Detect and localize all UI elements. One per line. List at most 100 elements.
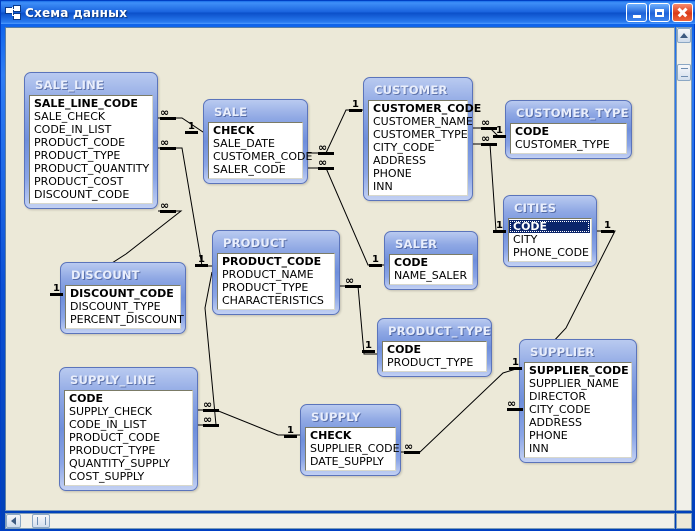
field-list[interactable]: CODE NAME_SALER	[389, 254, 473, 285]
cardinality-label: 1	[53, 283, 60, 294]
relationship-line[interactable]	[308, 109, 363, 154]
vertical-scroll-thumb[interactable]	[677, 64, 691, 81]
table-field[interactable]: INN	[525, 442, 631, 455]
table-field[interactable]: CHARACTERISTICS	[218, 294, 334, 307]
cardinality-label: 1	[512, 357, 519, 368]
primary-key-field[interactable]: SALE_LINE_CODE	[30, 97, 152, 110]
table-field[interactable]: DISCOUNT_CODE	[30, 188, 152, 201]
table-field[interactable]: CODE_IN_LIST	[65, 418, 192, 431]
field-list[interactable]: CODE SUPPLY_CHECK CODE_IN_LIST PRODUCT_CODE…	[64, 390, 193, 486]
table-box[interactable]: DISCOUNT DISCOUNT_CODE DISCOUNT_TYPE PERCEN…	[60, 262, 186, 334]
field-list[interactable]: DISCOUNT_CODE DISCOUNT_TYPE PERCENT_DISCOU…	[65, 285, 184, 329]
primary-key-field[interactable]: CUSTOMER_CODE	[369, 102, 481, 115]
primary-key-field[interactable]: CODE	[511, 125, 626, 138]
close-icon	[677, 7, 688, 18]
table-field[interactable]: INN	[369, 180, 467, 193]
table-field[interactable]: DIRECTOR	[525, 390, 631, 403]
table-field[interactable]: PRODUCT_TYPE	[383, 356, 486, 369]
primary-key-field[interactable]: CHECK	[209, 124, 302, 137]
scroll-left-button[interactable]	[6, 514, 21, 528]
scroll-up-button[interactable]	[677, 28, 691, 43]
cardinality-label: ∞	[203, 398, 212, 411]
table-field[interactable]: PRODUCT_TYPE	[218, 281, 334, 294]
table-field[interactable]: ADDRESS	[525, 416, 631, 429]
table-field[interactable]: CUSTOMER_TYPE	[369, 128, 468, 141]
primary-key-field[interactable]: CODE	[65, 392, 192, 405]
table-field[interactable]: COST_SUPPLY	[65, 470, 192, 483]
primary-key-field[interactable]: CODE	[390, 256, 472, 269]
one-cardinality-marker: 1	[509, 358, 522, 370]
table-title: CUSTOMER	[374, 83, 448, 97]
table-field[interactable]: SUPPLIER_CODE	[306, 442, 400, 455]
table-field[interactable]: CUSTOMER_NAME	[369, 115, 473, 128]
table-box[interactable]: SUPPLY_LINE CODE SUPPLY_CHECK CODE_IN_LIST P…	[59, 367, 198, 491]
table-box[interactable]: PRODUCT PRODUCT_CODE PRODUCT_NAME PRODUCT_T…	[212, 230, 340, 315]
table-field[interactable]: CITY_CODE	[525, 403, 631, 416]
primary-key-field[interactable]: CODE	[509, 220, 590, 233]
table-box[interactable]: SALE_LINE SALE_LINE_CODE SALE_CHECK CODE_IN…	[24, 72, 158, 209]
table-field[interactable]: PRODUCT_TYPE	[30, 149, 152, 162]
horizontal-scrollbar[interactable]	[5, 513, 675, 529]
primary-key-field[interactable]: PRODUCT_CODE	[218, 255, 334, 268]
field-list[interactable]: SALE_LINE_CODE SALE_CHECK CODE_IN_LIST PROD…	[29, 95, 153, 204]
table-field[interactable]: DISCOUNT_TYPE	[66, 300, 180, 313]
table-field[interactable]: CUSTOMER_TYPE	[511, 138, 626, 151]
table-field[interactable]: ADDRESS	[369, 154, 467, 167]
primary-key-field[interactable]: SUPPLIER_CODE	[525, 364, 631, 377]
table-box[interactable]: CITIES CODE CITY PHONE_CODE	[503, 195, 597, 267]
table-title: PRODUCT_TYPE	[388, 324, 491, 338]
table-field[interactable]: PHONE	[525, 429, 631, 442]
table-field[interactable]: NAME_SALER	[390, 269, 472, 282]
table-field[interactable]: SALE_DATE	[209, 137, 302, 150]
relationship-line[interactable]	[401, 367, 520, 453]
table-field[interactable]: PRODUCT_CODE	[65, 431, 192, 444]
table-box[interactable]: SUPPLIER SUPPLIER_CODE SUPPLIER_NAME DIRECT…	[519, 339, 637, 463]
table-box[interactable]: SALE CHECK SALE_DATE CUSTOMER_CODE SALER_COD…	[203, 99, 312, 184]
primary-key-field[interactable]: DISCOUNT_CODE	[66, 287, 180, 300]
table-field[interactable]: PERCENT_DISCOUNT	[66, 313, 184, 326]
field-list[interactable]: CHECK SALE_DATE CUSTOMER_CODE SALER_CODE	[208, 122, 312, 179]
field-list[interactable]: CODE CITY PHONE_CODE	[508, 218, 592, 262]
table-field[interactable]: PHONE_CODE	[509, 246, 591, 259]
table-field[interactable]: PRODUCT_COST	[30, 175, 152, 188]
vertical-scrollbar[interactable]	[676, 27, 692, 511]
relationships-canvas[interactable]: SALE_LINE SALE_LINE_CODE SALE_CHECK CODE_IN…	[5, 27, 675, 511]
field-list[interactable]: PRODUCT_CODE PRODUCT_NAME PRODUCT_TYPE CHAR…	[217, 253, 335, 310]
field-list[interactable]: SUPPLIER_CODE SUPPLIER_NAME DIRECTOR CITY_C…	[524, 362, 632, 458]
table-field[interactable]: SALE_CHECK	[30, 110, 152, 123]
table-field[interactable]: CITY	[509, 233, 591, 246]
title-bar[interactable]: Схема данных	[1, 1, 695, 24]
table-box[interactable]: SUPPLY CHECK SUPPLIER_CODE DATE_SUPPLY	[300, 404, 401, 476]
table-field[interactable]: PRODUCT_TYPE	[65, 444, 192, 457]
horizontal-scroll-thumb[interactable]	[32, 514, 50, 528]
field-list[interactable]: CODE CUSTOMER_TYPE	[510, 123, 627, 154]
cardinality-label: 1	[188, 121, 195, 132]
primary-key-field[interactable]: CHECK	[306, 429, 395, 442]
table-field[interactable]: PHONE	[369, 167, 467, 180]
table-field[interactable]: CUSTOMER_CODE	[209, 150, 312, 163]
table-field[interactable]: CODE_IN_LIST	[30, 123, 152, 136]
table-field[interactable]: SALER_CODE	[209, 163, 302, 176]
table-box[interactable]: CUSTOMER CUSTOMER_CODE CUSTOMER_NAME CUSTOM…	[363, 77, 481, 201]
primary-key-field[interactable]: CODE	[383, 343, 486, 356]
field-list[interactable]: CODE PRODUCT_TYPE	[382, 341, 487, 372]
relationship-line[interactable]	[473, 143, 503, 232]
table-field[interactable]: QUANTITY_SUPPLY	[65, 457, 192, 470]
field-list[interactable]: CHECK SUPPLIER_CODE DATE_SUPPLY	[305, 427, 400, 471]
table-field[interactable]: PRODUCT_QUANTITY	[30, 162, 152, 175]
close-button[interactable]	[672, 3, 693, 22]
table-field[interactable]: DATE_SUPPLY	[306, 455, 395, 468]
table-field[interactable]: CITY_CODE	[369, 141, 467, 154]
table-field[interactable]: SUPPLY_CHECK	[65, 405, 192, 418]
table-field[interactable]: PRODUCT_CODE	[30, 136, 152, 149]
table-field[interactable]: SUPPLIER_NAME	[525, 377, 631, 390]
maximize-button[interactable]	[649, 3, 670, 22]
field-list[interactable]: CUSTOMER_CODE CUSTOMER_NAME CUSTOMER_TYPE C…	[368, 100, 481, 196]
table-box[interactable]: CUSTOMER_TYPE CODE CUSTOMER_TYPE	[505, 100, 632, 159]
many-cardinality-marker: ∞	[404, 441, 420, 454]
diagram-surface[interactable]: SALE_LINE SALE_LINE_CODE SALE_CHECK CODE_IN…	[6, 28, 674, 510]
table-box[interactable]: SALER CODE NAME_SALER	[384, 231, 478, 290]
table-field[interactable]: PRODUCT_NAME	[218, 268, 334, 281]
table-box[interactable]: PRODUCT_TYPE CODE PRODUCT_TYPE	[377, 318, 492, 377]
minimize-button[interactable]	[626, 3, 647, 22]
